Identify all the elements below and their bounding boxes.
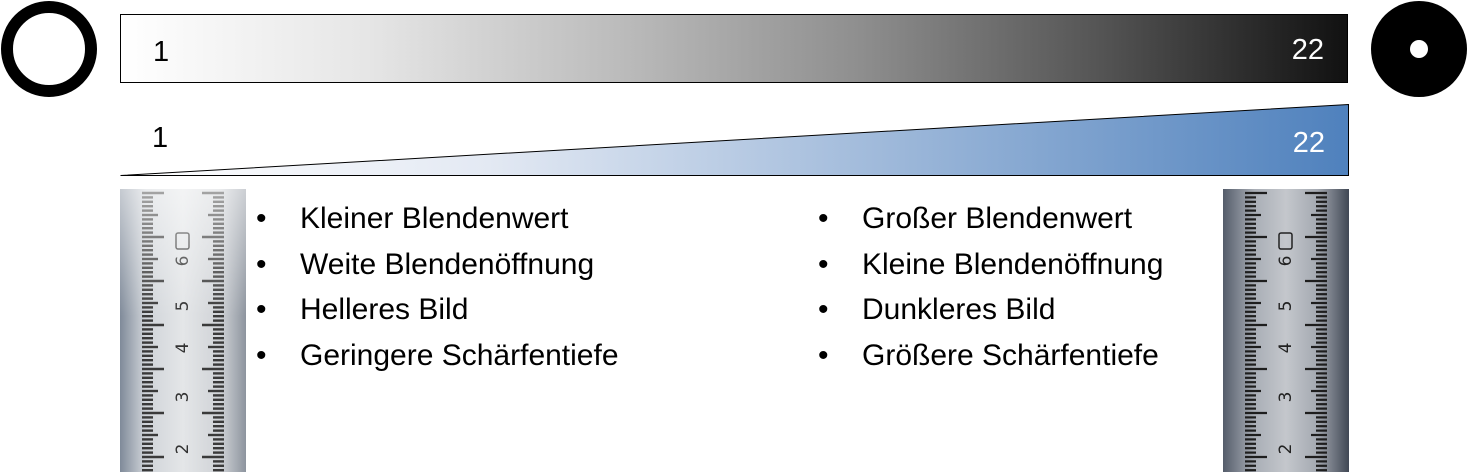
depth-of-field-wedge: 1 22 bbox=[120, 104, 1349, 176]
svg-text:3: 3 bbox=[1276, 392, 1296, 403]
list-item: • Dunkleres Bild bbox=[818, 293, 1056, 326]
measuring-tape-shallow-depth-of-field: 6 5 4 3 2 bbox=[120, 189, 246, 472]
wedge-max-label: 22 bbox=[1292, 127, 1325, 159]
narrow-aperture-icon bbox=[1371, 1, 1467, 97]
right-bullet-list: • Großer Blendenwert • Kleine Blendenöffnu… bbox=[818, 196, 1164, 378]
list-item: • Kleine Blendenöffnung bbox=[818, 247, 1164, 281]
list-item: • Großer Blendenwert bbox=[818, 202, 1133, 235]
svg-text:2: 2 bbox=[1276, 444, 1296, 455]
list-item: • Kleiner Blendenwert bbox=[256, 202, 569, 235]
gradient-max-label: 22 bbox=[1291, 34, 1324, 66]
gradient-min-label: 1 bbox=[153, 36, 170, 68]
svg-text:4: 4 bbox=[1276, 343, 1296, 354]
wedge-min-label: 1 bbox=[152, 122, 169, 154]
svg-text:6: 6 bbox=[1276, 256, 1296, 267]
wedge-shape bbox=[120, 104, 1349, 176]
measuring-tape-deep-depth-of-field: 6 5 4 3 2 bbox=[1223, 189, 1349, 472]
list-item: • Größere Schärfentiefe bbox=[818, 338, 1159, 372]
left-bullet-list: • Kleiner Blendenwert • Weite Blendenöffnu… bbox=[256, 196, 619, 378]
list-item: • Helleres Bild bbox=[256, 293, 469, 326]
wide-aperture-ring-icon bbox=[1, 1, 97, 97]
brightness-gradient-bar: 1 22 bbox=[120, 14, 1348, 83]
list-item: • Geringere Schärfentiefe bbox=[256, 338, 619, 372]
list-item: • Weite Blendenöffnung bbox=[256, 247, 595, 281]
svg-text:5: 5 bbox=[1276, 301, 1296, 312]
